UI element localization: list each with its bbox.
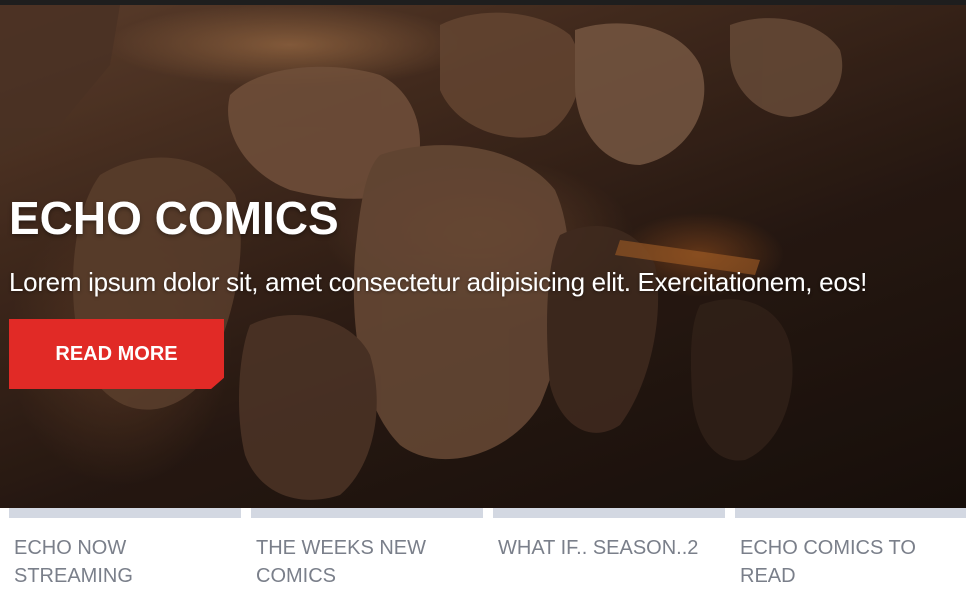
card-echo-comics-to-read[interactable]: ECHO COMICS TO READ: [735, 508, 966, 587]
hero-background-image: [0, 5, 966, 508]
card-weeks-new-comics[interactable]: THE WEEKS NEW COMICS: [251, 508, 483, 587]
card-strip: [493, 508, 725, 518]
feature-cards: ECHO NOW STREAMING THE WEEKS NEW COMICS …: [0, 508, 966, 587]
card-echo-now-streaming[interactable]: ECHO NOW STREAMING: [9, 508, 241, 587]
hero-title: ECHO COMICS: [9, 192, 339, 244]
card-label: WHAT IF.. SEASON..2: [498, 537, 699, 559]
card-label: THE WEEKS NEW COMICS: [256, 537, 427, 587]
card-label: ECHO NOW STREAMING: [14, 537, 133, 587]
card-strip: [735, 508, 966, 518]
card-label: ECHO COMICS TO READ: [740, 537, 916, 587]
read-more-button[interactable]: READ MORE: [9, 319, 224, 389]
card-strip: [251, 508, 483, 518]
hero-subtitle: Lorem ipsum dolor sit, amet consectetur …: [9, 267, 868, 297]
hero-banner: ECHO COMICS Lorem ipsum dolor sit, amet …: [0, 5, 966, 508]
card-strip: [9, 508, 241, 518]
card-what-if-season-2[interactable]: WHAT IF.. SEASON..2: [493, 508, 725, 580]
